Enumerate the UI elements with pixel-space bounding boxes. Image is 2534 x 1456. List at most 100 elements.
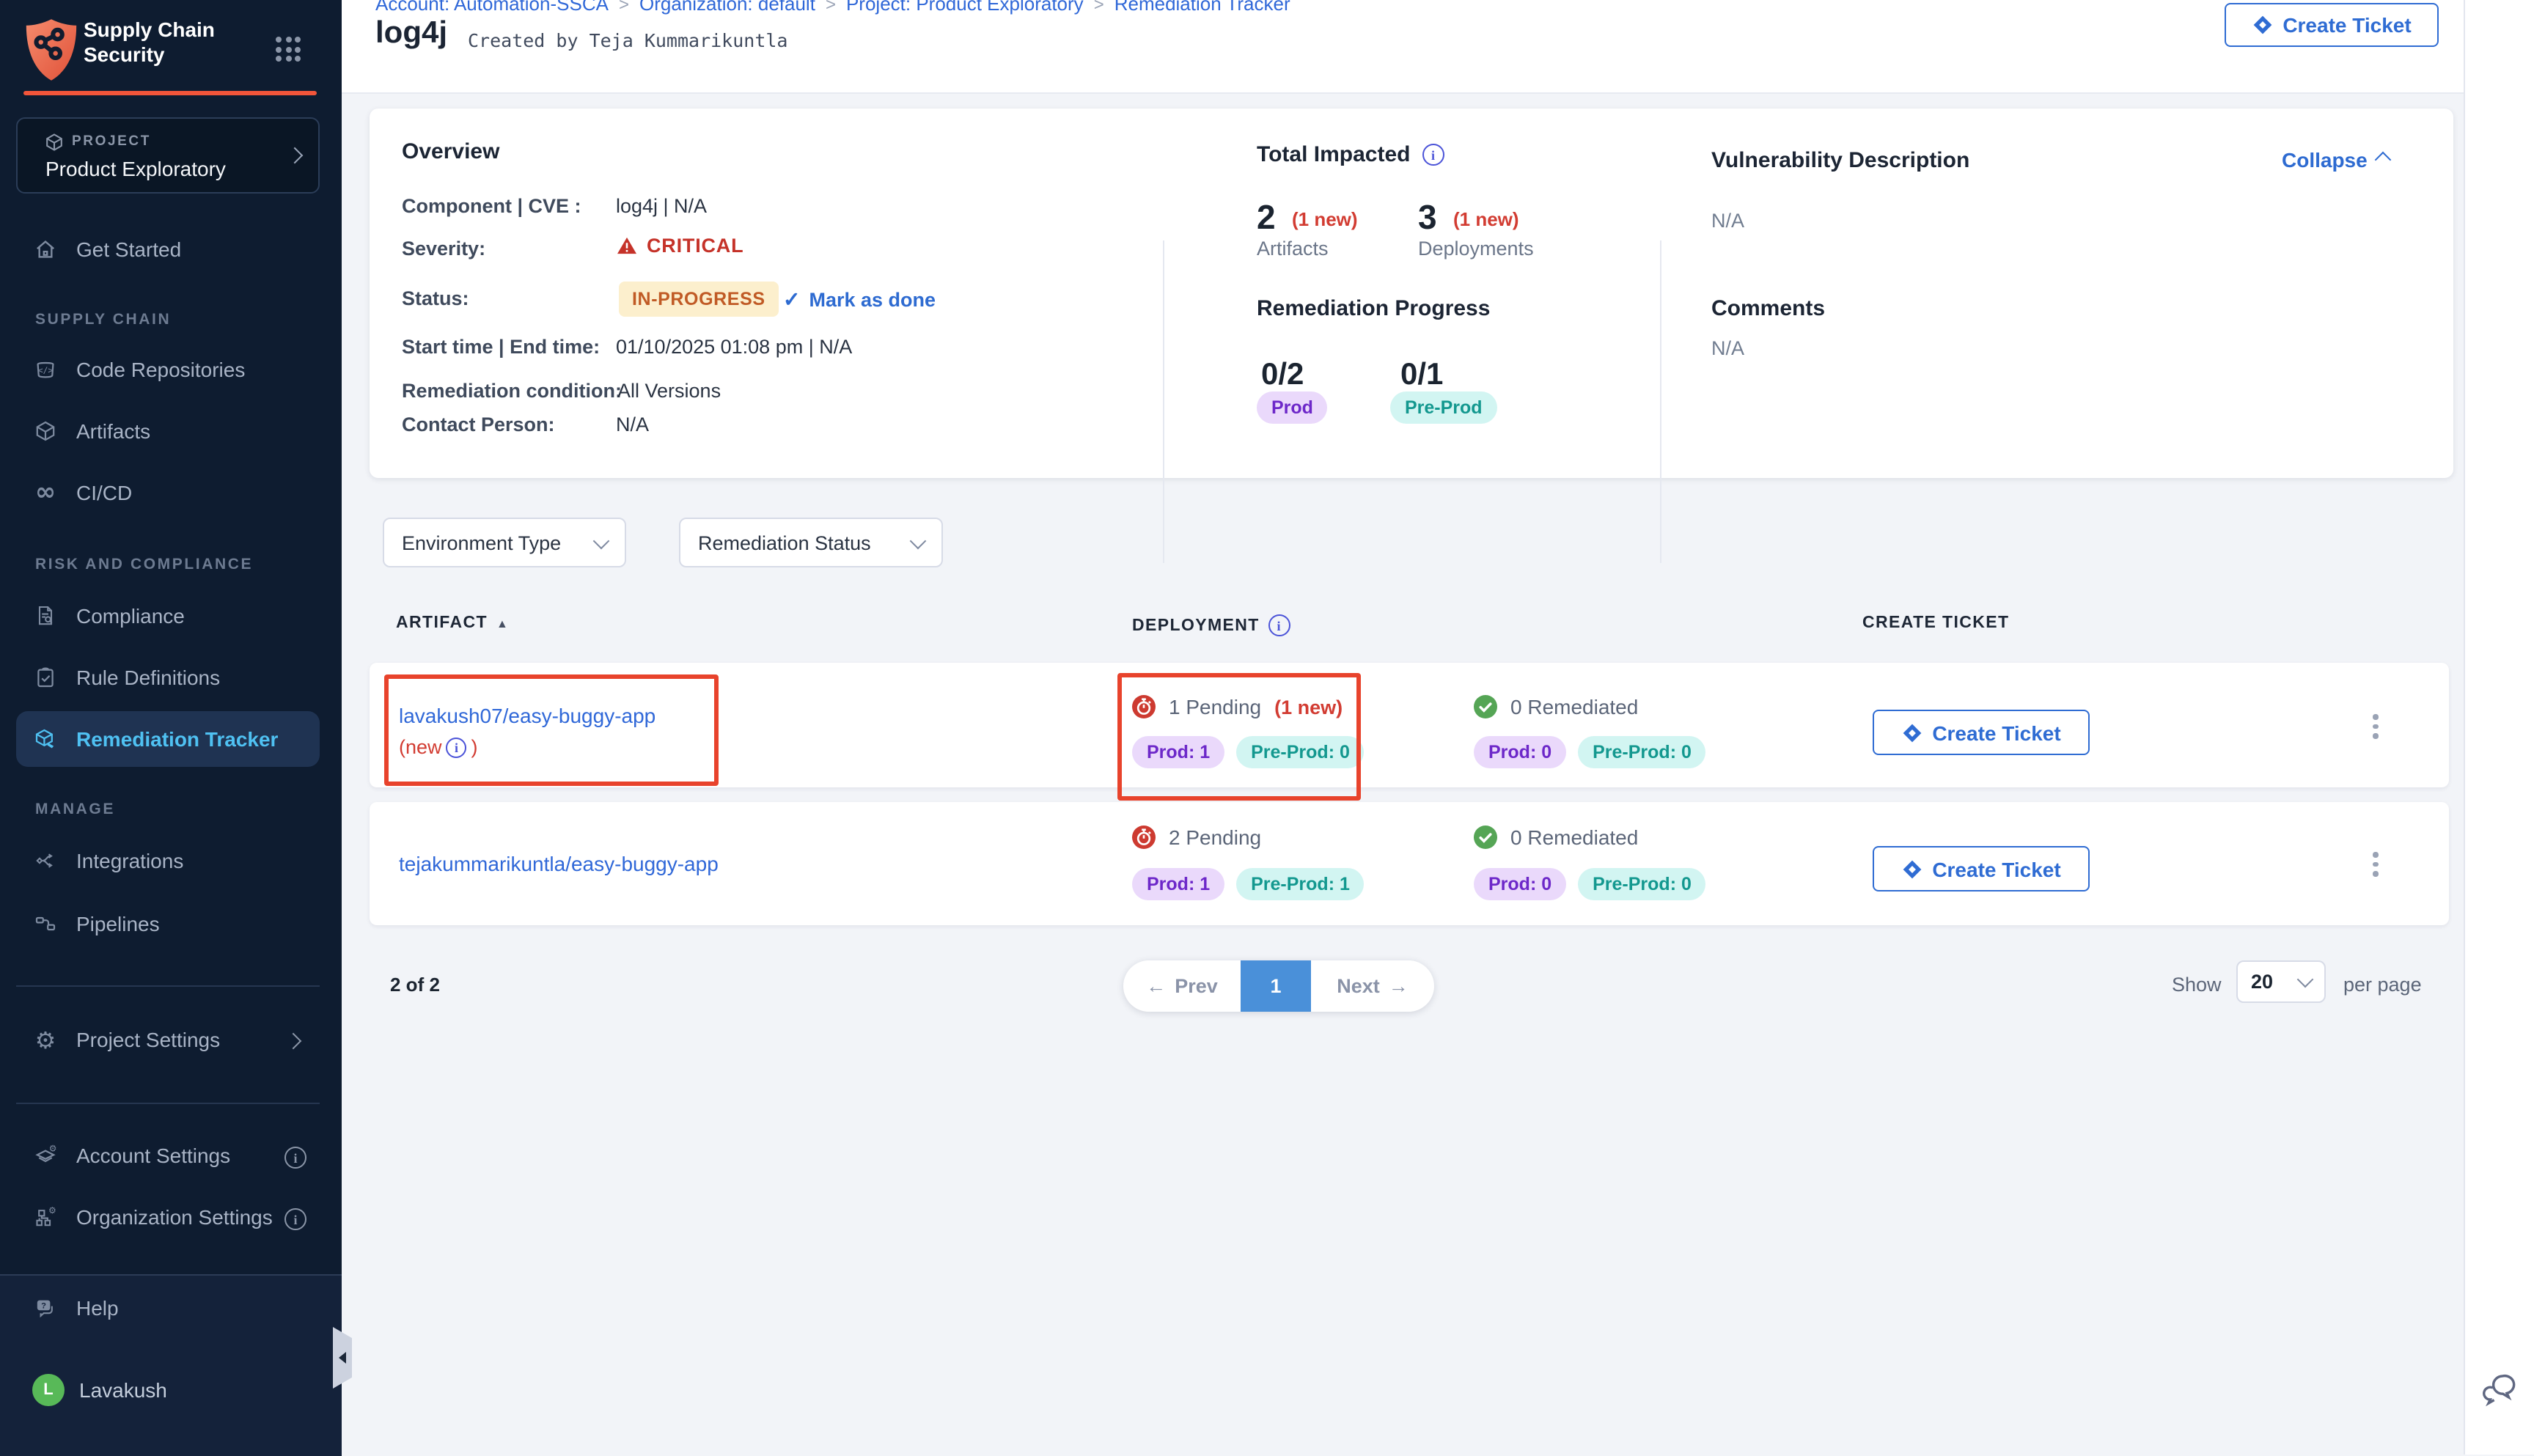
row-menu-kebab-icon[interactable] — [2367, 846, 2384, 882]
chevron-right-icon — [285, 1033, 302, 1050]
status-label: Status: — [402, 287, 469, 309]
app-switcher-grid-icon[interactable] — [276, 37, 301, 62]
contact-label: Contact Person: — [402, 413, 555, 435]
remediated-check-icon — [1474, 826, 1497, 849]
column-header-artifact[interactable]: ARTIFACT — [396, 614, 509, 632]
row-menu-kebab-icon[interactable] — [2367, 708, 2384, 744]
time-label: Start time | End time: — [402, 336, 600, 358]
sidebar-item-organization-settings[interactable]: ⚙ Organization Settings — [0, 1189, 342, 1245]
svg-text:</>: </> — [38, 366, 53, 375]
preprod-count-badge: Pre-Prod: 1 — [1236, 868, 1365, 900]
created-by-text: Created by Teja Kummarikuntla — [468, 29, 788, 51]
sidebar-item-code-repositories[interactable]: </> Code Repositories — [0, 342, 342, 397]
sidebar-item-account-settings[interactable]: ⚙ Account Settings — [0, 1128, 342, 1183]
project-selector[interactable]: PROJECT Product Exploratory — [16, 117, 320, 194]
info-icon[interactable] — [1422, 144, 1444, 166]
preprod-badge: Pre-Prod — [1390, 391, 1497, 424]
breadcrumb-organization[interactable]: Organization: default — [639, 0, 815, 15]
brand-accent-bar — [23, 91, 317, 95]
info-icon[interactable] — [1268, 614, 1290, 636]
chevron-up-icon — [2375, 152, 2392, 169]
sidebar-item-pipelines[interactable]: Pipelines — [0, 896, 342, 952]
arrow-left-icon — [1146, 975, 1166, 997]
deployments-count: 3 — [1418, 198, 1437, 238]
preprod-progress-value: 0/1 — [1400, 358, 1443, 393]
preprod-count-badge: Pre-Prod: 0 — [1578, 736, 1706, 768]
artifacts-new-count: (1 new) — [1292, 208, 1358, 230]
next-page-button[interactable]: Next — [1311, 960, 1434, 1012]
pending-clock-icon — [1132, 826, 1156, 849]
collapse-button[interactable]: Collapse — [2282, 148, 2390, 172]
create-ticket-button-row[interactable]: Create Ticket — [1873, 846, 2090, 891]
sidebar-item-compliance[interactable]: Compliance — [0, 588, 342, 644]
card-divider — [1163, 240, 1164, 563]
app-title: Supply Chain Security — [84, 18, 215, 67]
vulnerability-description-value: N/A — [1711, 210, 1744, 232]
prod-count-badge: Prod: 0 — [1474, 736, 1566, 768]
sidebar-item-cicd[interactable]: ∞ CI/CD — [0, 465, 342, 521]
sidebar-item-get-started[interactable]: Get Started — [0, 221, 342, 277]
gear-icon: ⚙ — [31, 1025, 60, 1054]
vulnerability-description-heading: Vulnerability Description — [1711, 148, 1969, 173]
chevron-down-icon — [2297, 971, 2314, 988]
remediated-check-icon — [1474, 695, 1497, 718]
comments-value: N/A — [1711, 337, 1744, 359]
jira-diamond-icon — [1901, 858, 1922, 879]
chevron-right-icon — [287, 147, 304, 164]
per-page-label: per page — [2343, 974, 2422, 996]
breadcrumb-project[interactable]: Project: Product Exploratory — [846, 0, 1084, 15]
create-ticket-button-row[interactable]: Create Ticket — [1873, 710, 2090, 755]
remediation-progress-heading: Remediation Progress — [1257, 296, 1490, 321]
page-header: Account: Automation-SSCA>Organization: d… — [342, 0, 2464, 94]
sidebar-item-project-settings[interactable]: ⚙ Project Settings — [0, 1012, 342, 1067]
project-name: Product Exploratory — [45, 157, 226, 180]
environment-type-filter[interactable]: Environment Type — [383, 518, 626, 567]
pagination: Prev 1 Next — [1123, 960, 1434, 1012]
sidebar-divider — [16, 985, 320, 987]
clipboard-check-icon — [31, 663, 60, 692]
support-chat-bubbles-icon[interactable] — [2481, 1369, 2519, 1408]
avatar: L — [32, 1374, 65, 1406]
deployments-new-count: (1 new) — [1453, 208, 1519, 230]
remediated-deployments: 0 Remediated — [1474, 695, 1638, 718]
prod-badge: Prod — [1257, 391, 1328, 424]
chevron-down-icon — [910, 532, 927, 549]
sidebar-item-integrations[interactable]: Integrations — [0, 833, 342, 889]
status-badge: IN-PROGRESS — [619, 282, 779, 317]
page-1-button[interactable]: 1 — [1241, 960, 1311, 1012]
sidebar-item-user[interactable]: L Lavakush — [0, 1362, 342, 1418]
info-icon[interactable] — [284, 1208, 306, 1230]
contact-value: N/A — [616, 413, 649, 435]
table-row: tejakummarikuntla/easy-buggy-app 2 Pendi… — [370, 802, 2449, 925]
preprod-count-badge: Pre-Prod: 0 — [1578, 868, 1706, 900]
condition-value: All Versions — [617, 380, 721, 402]
prod-count-badge: Prod: 0 — [1474, 868, 1566, 900]
supply-chain-security-logo-icon — [23, 18, 79, 82]
remediated-deployments: 0 Remediated — [1474, 826, 1638, 849]
sidebar-section-supply-chain: SUPPLY CHAIN — [35, 311, 171, 328]
sidebar-item-help[interactable]: ? Help — [0, 1280, 342, 1336]
page-size-select[interactable]: 20 — [2236, 960, 2326, 1003]
breadcrumb-remediation-tracker[interactable]: Remediation Tracker — [1114, 0, 1290, 15]
jira-diamond-icon — [2252, 15, 2272, 35]
sidebar-item-rule-definitions[interactable]: Rule Definitions — [0, 650, 342, 705]
component-cve-label: Component | CVE : — [402, 195, 581, 217]
artifact-link[interactable]: tejakummarikuntla/easy-buggy-app — [399, 852, 719, 875]
info-icon[interactable] — [284, 1147, 306, 1169]
mark-as-done-button[interactable]: Mark as done — [783, 287, 936, 312]
remediation-status-filter[interactable]: Remediation Status — [679, 518, 943, 567]
remediated-env-badges: Prod: 0 Pre-Prod: 0 — [1474, 868, 1706, 900]
sidebar-bottom-module: ? Help L Lavakush — [0, 1274, 342, 1456]
right-scroll-gutter — [2464, 0, 2534, 1455]
annotation-box-artifact — [384, 674, 719, 786]
prod-progress-value: 0/2 — [1261, 358, 1304, 393]
sidebar-item-remediation-tracker[interactable]: Remediation Tracker — [0, 711, 342, 767]
create-ticket-button-header[interactable]: Create Ticket — [2225, 3, 2439, 47]
breadcrumb-account[interactable]: Account: Automation-SSCA — [375, 0, 609, 15]
column-header-create-ticket: CREATE TICKET — [1862, 614, 2010, 632]
sidebar-item-artifacts[interactable]: Artifacts — [0, 403, 342, 459]
pending-deployments: 2 Pending — [1132, 826, 1261, 849]
prev-page-button[interactable]: Prev — [1123, 960, 1241, 1012]
sidebar-section-risk-compliance: RISK AND COMPLIANCE — [35, 556, 253, 573]
document-search-icon — [31, 601, 60, 630]
